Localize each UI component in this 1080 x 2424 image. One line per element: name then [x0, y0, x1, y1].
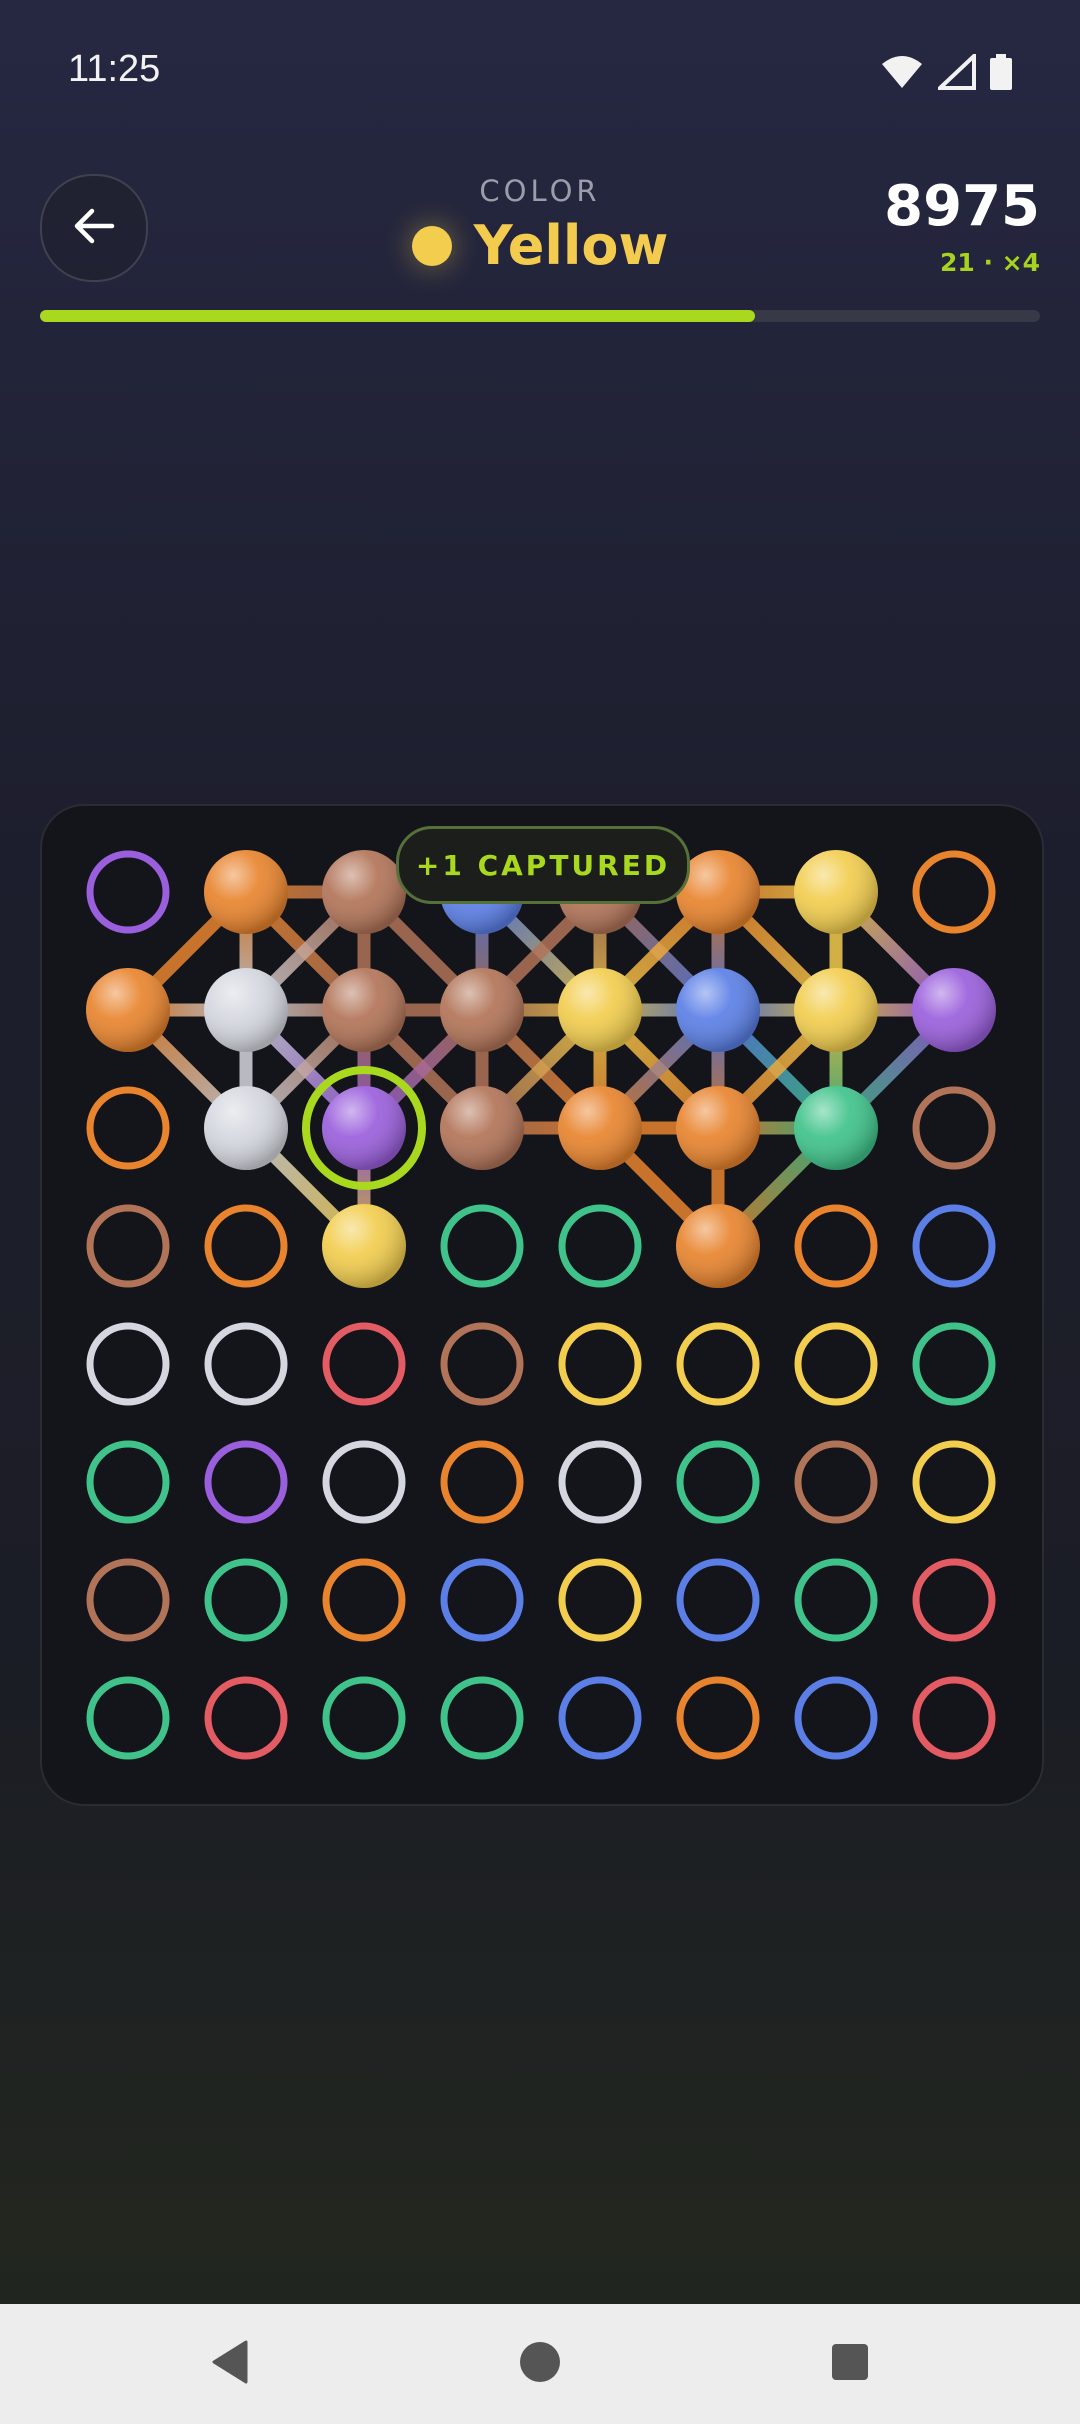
- filled-orb[interactable]: [322, 968, 406, 1052]
- empty-ring[interactable]: [204, 1676, 288, 1760]
- progress-track: [40, 310, 1040, 322]
- link-layer: [121, 885, 961, 1253]
- empty-ring[interactable]: [86, 1322, 170, 1406]
- score: 8975: [884, 174, 1040, 239]
- nav-back-button[interactable]: [150, 2304, 310, 2424]
- empty-ring[interactable]: [440, 1558, 524, 1642]
- status-icons: [880, 51, 1012, 94]
- status-bar: 11:25: [0, 0, 1080, 150]
- empty-ring[interactable]: [794, 1676, 878, 1760]
- navigation-bar: [0, 2304, 1080, 2424]
- empty-ring[interactable]: [440, 1676, 524, 1760]
- filled-orb[interactable]: [204, 850, 288, 934]
- node-layer: [86, 850, 996, 1760]
- filled-orb[interactable]: [676, 968, 760, 1052]
- wifi-icon: [880, 54, 924, 94]
- empty-ring[interactable]: [558, 1322, 642, 1406]
- combo-multiplier: 21 · ×4: [939, 248, 1040, 277]
- empty-ring[interactable]: [794, 1558, 878, 1642]
- empty-ring[interactable]: [86, 1204, 170, 1288]
- filled-orb[interactable]: [794, 850, 878, 934]
- battery-icon: [990, 54, 1012, 94]
- game-board: [40, 804, 1044, 1806]
- square-recents-icon: [830, 2342, 870, 2386]
- empty-ring[interactable]: [676, 1440, 760, 1524]
- board-canvas: [86, 850, 996, 1760]
- progress-fill: [40, 310, 755, 322]
- filled-orb[interactable]: [558, 968, 642, 1052]
- empty-ring[interactable]: [676, 1558, 760, 1642]
- filled-orb[interactable]: [912, 968, 996, 1052]
- empty-ring[interactable]: [322, 1558, 406, 1642]
- empty-ring[interactable]: [204, 1558, 288, 1642]
- signal-icon: [934, 51, 976, 94]
- nav-recents-button[interactable]: [770, 2304, 930, 2424]
- empty-ring[interactable]: [912, 1322, 996, 1406]
- empty-ring[interactable]: [794, 1322, 878, 1406]
- filled-orb[interactable]: [558, 1086, 642, 1170]
- empty-ring[interactable]: [86, 1440, 170, 1524]
- filled-orb[interactable]: [302, 1066, 426, 1190]
- target-color-dot: [411, 225, 452, 266]
- filled-orb[interactable]: [204, 1086, 288, 1170]
- empty-ring[interactable]: [86, 1558, 170, 1642]
- nav-home-button[interactable]: [460, 2304, 620, 2424]
- empty-ring[interactable]: [322, 1322, 406, 1406]
- empty-ring[interactable]: [912, 1440, 996, 1524]
- empty-ring[interactable]: [676, 1676, 760, 1760]
- empty-ring[interactable]: [86, 1086, 170, 1170]
- empty-ring[interactable]: [440, 1440, 524, 1524]
- empty-ring[interactable]: [912, 1558, 996, 1642]
- empty-ring[interactable]: [676, 1322, 760, 1406]
- filled-orb[interactable]: [794, 1086, 878, 1170]
- empty-ring[interactable]: [86, 850, 170, 934]
- triangle-back-icon: [210, 2340, 250, 2388]
- empty-ring[interactable]: [558, 1440, 642, 1524]
- filled-orb[interactable]: [322, 1204, 406, 1288]
- empty-ring[interactable]: [558, 1676, 642, 1760]
- empty-ring[interactable]: [322, 1440, 406, 1524]
- empty-ring[interactable]: [912, 850, 996, 934]
- empty-ring[interactable]: [912, 1086, 996, 1170]
- empty-ring[interactable]: [204, 1440, 288, 1524]
- empty-ring[interactable]: [204, 1322, 288, 1406]
- empty-ring[interactable]: [794, 1440, 878, 1524]
- filled-orb[interactable]: [440, 968, 524, 1052]
- empty-ring[interactable]: [440, 1322, 524, 1406]
- empty-ring[interactable]: [322, 1676, 406, 1760]
- target-color-name: Yellow: [473, 214, 669, 277]
- empty-ring[interactable]: [558, 1558, 642, 1642]
- filled-orb[interactable]: [676, 1086, 760, 1170]
- empty-ring[interactable]: [86, 1676, 170, 1760]
- empty-ring[interactable]: [912, 1204, 996, 1288]
- empty-ring[interactable]: [440, 1204, 524, 1288]
- empty-ring[interactable]: [204, 1204, 288, 1288]
- empty-ring[interactable]: [912, 1676, 996, 1760]
- filled-orb[interactable]: [440, 1086, 524, 1170]
- filled-orb[interactable]: [322, 850, 406, 934]
- status-time: 11:25: [68, 48, 161, 90]
- filled-orb[interactable]: [204, 968, 288, 1052]
- circle-home-icon: [518, 2340, 562, 2388]
- filled-orb[interactable]: [86, 968, 170, 1052]
- empty-ring[interactable]: [794, 1204, 878, 1288]
- filled-orb[interactable]: [676, 1204, 760, 1288]
- captured-badge: +1 CAPTURED: [396, 826, 690, 904]
- filled-orb[interactable]: [794, 968, 878, 1052]
- empty-ring[interactable]: [558, 1204, 642, 1288]
